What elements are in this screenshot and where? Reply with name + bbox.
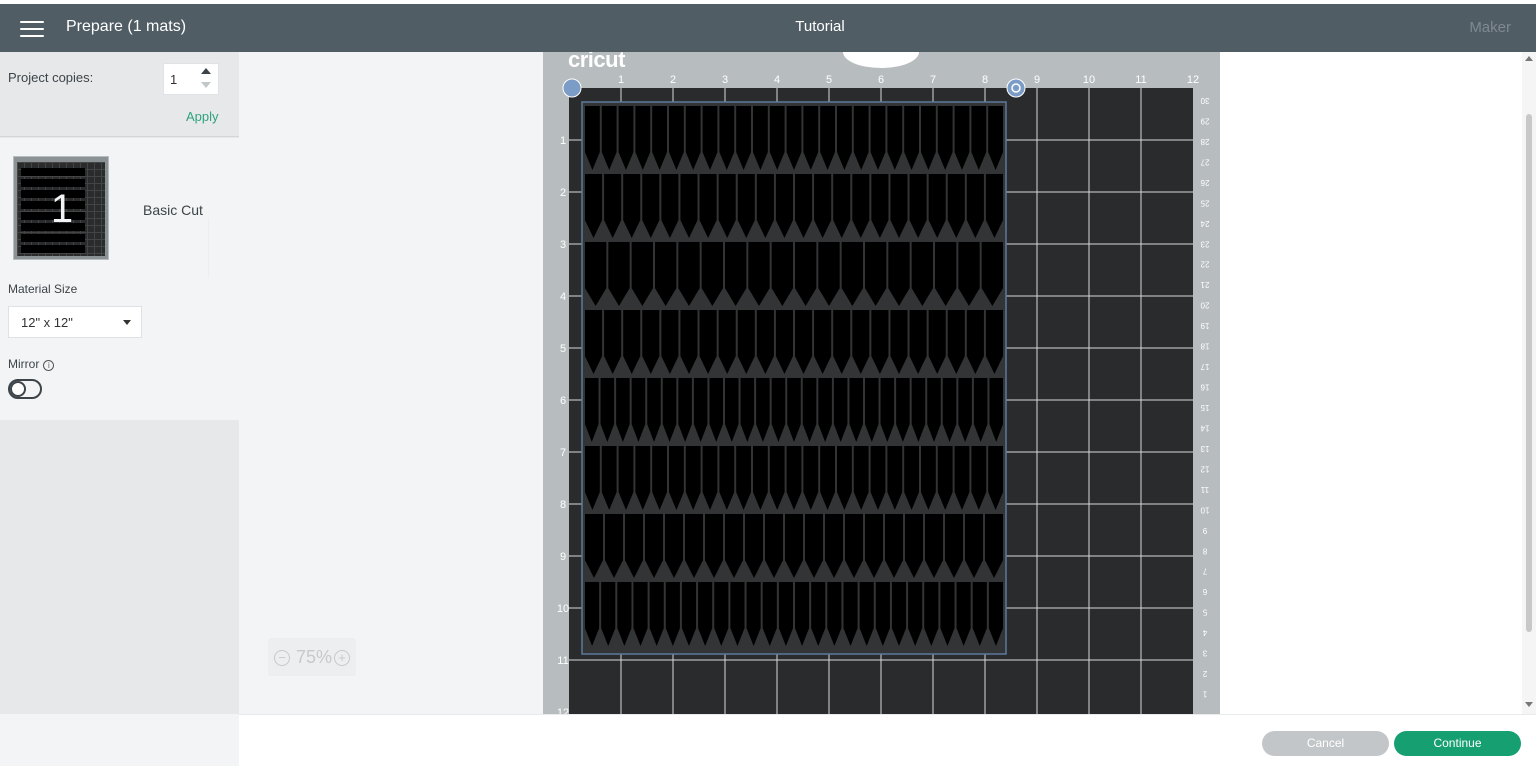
ruler-right-label: 8 <box>1202 546 1207 555</box>
scroll-thumb[interactable] <box>1526 114 1532 632</box>
ruler-right-label: 26 <box>1200 178 1209 187</box>
ruler-left-label: 10 <box>557 603 569 615</box>
scrollbar[interactable] <box>1522 52 1536 714</box>
ruler-top-label: 7 <box>930 74 936 86</box>
material-size-select[interactable]: 12" x 12" <box>8 306 142 338</box>
rotate-handle-icon <box>1006 78 1026 98</box>
project-copies-section: Project copies: 1 Apply <box>0 52 239 137</box>
material-size-value: 12" x 12" <box>21 315 73 330</box>
apply-button[interactable]: Apply <box>186 109 219 124</box>
ruler-left-label: 11 <box>557 655 568 667</box>
menu-icon[interactable] <box>20 21 44 39</box>
bottom-left-area <box>0 714 239 766</box>
scroll-up-icon[interactable] <box>1525 56 1533 61</box>
ruler-top-label: 6 <box>878 74 884 86</box>
ruler-right-label: 27 <box>1200 157 1209 166</box>
ruler-right-label: 18 <box>1200 342 1209 351</box>
ruler-right-label: 15 <box>1200 403 1209 412</box>
ruler-right-label: 1 <box>1202 690 1207 699</box>
project-name: Tutorial <box>795 18 845 35</box>
ruler-right-label: 28 <box>1200 137 1209 146</box>
app-window: Prepare (1 mats) Tutorial Maker Project … <box>0 0 1536 766</box>
machine-select[interactable]: Maker <box>1469 19 1511 36</box>
ruler-left-label: 3 <box>560 239 566 251</box>
ruler-right-label: 9 <box>1202 526 1207 535</box>
mat-thumbnail[interactable]: 1 <box>13 156 109 260</box>
ruler-top-label: 3 <box>722 74 728 86</box>
ruler-right-label: 2 <box>1202 669 1207 678</box>
ruler-left-label: 6 <box>560 395 566 407</box>
project-copies-label: Project copies: <box>8 70 94 85</box>
ruler-right-label: 21 <box>1200 280 1209 289</box>
ruler-right-label: 30 <box>1200 96 1209 105</box>
ruler-top-label: 10 <box>1083 74 1095 86</box>
material-size-label: Material Size <box>8 282 78 296</box>
right-panel <box>1220 52 1536 714</box>
ruler-right-label: 20 <box>1200 301 1209 310</box>
cut-type-label: Basic Cut <box>143 202 203 218</box>
ruler-left-label: 5 <box>560 343 566 355</box>
zoom-out-icon[interactable]: − <box>274 650 290 666</box>
ruler-left-label: 12 <box>557 707 569 714</box>
decrement-icon[interactable] <box>201 82 211 88</box>
mat-canvas: 1 2 3 4 5 6 7 8 9 10 11 121234567891011123029282726… <box>557 74 1209 714</box>
mat-list: 1 Basic Cut Material Size 12" x 12" Mirr… <box>0 138 239 420</box>
ruler-right-label: 13 <box>1200 444 1209 453</box>
ruler-right-label: 3 <box>1202 649 1207 658</box>
ruler-right-label: 5 <box>1202 608 1207 617</box>
ruler-right-label: 4 <box>1202 628 1207 637</box>
continue-button[interactable]: Continue <box>1394 731 1521 756</box>
close-handle-icon <box>562 78 582 98</box>
zoom-in-icon[interactable]: + <box>334 650 350 666</box>
ruler-top-label: 12 <box>1187 74 1199 86</box>
ruler-right-label: 17 <box>1200 362 1209 371</box>
ruler-right-label: 19 <box>1200 321 1209 330</box>
ruler-right-label: 22 <box>1200 260 1209 269</box>
ruler-left-label: 1 <box>560 135 566 147</box>
left-panel: Project copies: 1 Apply 1 Basic Cut Mate… <box>0 52 239 766</box>
header-bar: Prepare (1 mats) Tutorial Maker <box>0 4 1536 52</box>
toggle-knob <box>10 381 26 397</box>
ruler-right-label: 16 <box>1200 383 1209 392</box>
mat-number: 1 <box>50 187 74 231</box>
ruler-right-label: 10 <box>1200 505 1209 514</box>
cricut-logo: cricut <box>568 52 625 72</box>
project-copies-input[interactable]: 1 <box>163 63 219 95</box>
ruler-right-label: 29 <box>1200 116 1209 125</box>
ruler-right-label: 14 <box>1200 423 1209 432</box>
ruler-right-label: 7 <box>1202 567 1207 576</box>
ruler-top-label: 1 <box>618 74 624 86</box>
ruler-top-label: 5 <box>826 74 832 86</box>
mirror-toggle[interactable] <box>8 379 42 399</box>
ruler-left-label: 8 <box>560 499 566 511</box>
zoom-control: − 75% + <box>268 638 356 676</box>
mirror-text: Mirror <box>8 357 40 371</box>
zoom-level: 75% <box>296 647 333 667</box>
ruler-right-label: 11 <box>1200 485 1209 494</box>
ruler-left-label: 7 <box>560 447 566 459</box>
mirror-label: Mirror i <box>8 357 55 371</box>
ruler-top-label: 2 <box>670 74 676 86</box>
increment-icon[interactable] <box>201 68 211 74</box>
project-copies-value: 1 <box>170 72 178 87</box>
cancel-button[interactable]: Cancel <box>1262 731 1389 756</box>
ruler-right-label: 12 <box>1200 464 1209 473</box>
chevron-down-icon <box>123 320 131 325</box>
ruler-right-label: 24 <box>1200 219 1209 228</box>
cutting-mat[interactable]: 1 2 3 4 5 6 7 8 9 10 11 12 1 2 3 4 5 6 7 8 9 10 11 12 30 29 28 27 26… <box>543 52 1220 714</box>
ruler-top-label: 8 <box>982 74 988 86</box>
ruler-left-label: 9 <box>560 551 566 563</box>
ruler-top-label: 9 <box>1034 74 1040 86</box>
ruler-right-label: 25 <box>1200 198 1209 207</box>
info-icon[interactable]: i <box>43 360 55 371</box>
ruler-top-label: 11 <box>1135 74 1146 86</box>
divider <box>208 218 209 278</box>
page-title: Prepare (1 mats) <box>66 18 187 35</box>
ruler-top-label: 4 <box>774 74 780 86</box>
ruler-right-label: 6 <box>1202 587 1207 596</box>
ruler-right-label: 23 <box>1200 239 1209 248</box>
scroll-down-icon[interactable] <box>1525 702 1533 707</box>
ruler-left-label: 4 <box>560 291 566 303</box>
ruler-left-label: 2 <box>560 187 566 199</box>
